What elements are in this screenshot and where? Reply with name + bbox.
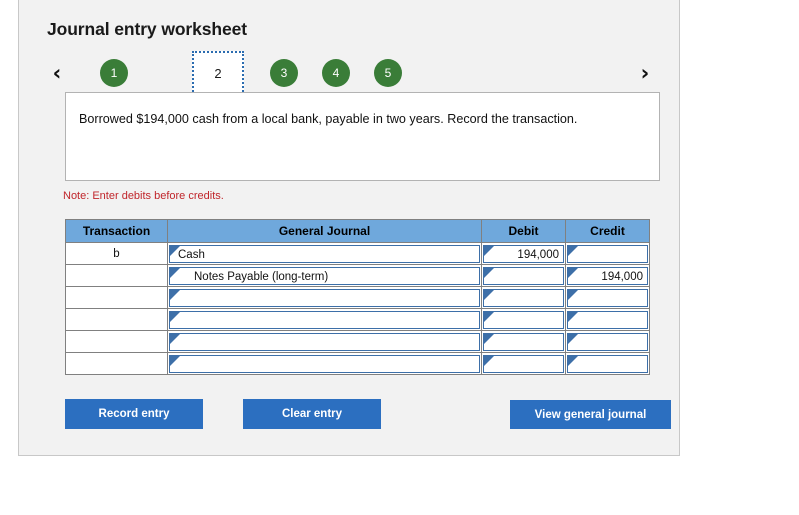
account-input[interactable]: [169, 310, 480, 329]
debit-cell: [481, 352, 566, 375]
account-input[interactable]: Cash: [169, 244, 480, 263]
account-input[interactable]: Notes Payable (long-term): [169, 266, 480, 285]
transaction-cell: [65, 330, 168, 353]
pagination-step-2[interactable]: 2: [192, 51, 244, 95]
debit-cell: [481, 330, 566, 353]
account-cell: Cash: [167, 242, 482, 265]
credit-input[interactable]: [567, 288, 648, 307]
account-value: Cash: [178, 248, 205, 261]
debit-value: 194,000: [517, 248, 559, 261]
dropdown-triangle-icon[interactable]: [170, 289, 180, 300]
journal-entry-table: Transaction General Journal Debit Credit…: [65, 219, 650, 375]
pagination-step-4[interactable]: 4: [322, 59, 350, 87]
chevron-left-icon[interactable]: ‹: [47, 58, 67, 90]
credit-input[interactable]: 194,000: [567, 266, 648, 285]
account-input[interactable]: [169, 332, 480, 351]
transaction-cell: [65, 352, 168, 375]
journal-table-header: Transaction General Journal Debit Credit: [65, 219, 650, 243]
dropdown-triangle-icon[interactable]: [484, 333, 494, 344]
table-row: [65, 286, 650, 309]
credit-input[interactable]: [567, 332, 648, 351]
journal-entry-panel: Journal entry worksheet ‹ 1 2 3 4 5 › Bo…: [18, 0, 680, 456]
credit-cell: [565, 352, 650, 375]
account-cell: [167, 352, 482, 375]
table-header-row: Transaction General Journal Debit Credit: [65, 219, 650, 243]
pagination-step-3[interactable]: 3: [270, 59, 298, 87]
account-cell: [167, 330, 482, 353]
credit-cell: [565, 242, 650, 265]
account-value: Notes Payable (long-term): [194, 270, 329, 283]
dropdown-triangle-icon[interactable]: [484, 267, 494, 278]
credit-input[interactable]: [567, 354, 648, 373]
debit-cell: 194,000: [481, 242, 566, 265]
dropdown-triangle-icon[interactable]: [170, 311, 180, 322]
dropdown-triangle-icon[interactable]: [568, 289, 578, 300]
transaction-description-text: Borrowed $194,000 cash from a local bank…: [79, 112, 578, 126]
dropdown-triangle-icon[interactable]: [568, 245, 578, 256]
credit-input[interactable]: [567, 244, 648, 263]
account-cell: Notes Payable (long-term): [167, 264, 482, 287]
pagination-step-5[interactable]: 5: [374, 59, 402, 87]
debit-input[interactable]: [483, 310, 564, 329]
worksheet-pagination: ‹ 1 2 3 4 5 ›: [47, 51, 657, 95]
transaction-description-box: Borrowed $194,000 cash from a local bank…: [65, 92, 660, 181]
column-header-general-journal: General Journal: [167, 219, 482, 243]
dropdown-triangle-icon[interactable]: [568, 333, 578, 344]
dropdown-triangle-icon[interactable]: [484, 289, 494, 300]
pagination-step-1[interactable]: 1: [100, 59, 128, 87]
debit-input[interactable]: [483, 332, 564, 351]
dropdown-triangle-icon[interactable]: [484, 311, 494, 322]
account-input[interactable]: [169, 354, 480, 373]
table-row: Notes Payable (long-term) 194,000: [65, 264, 650, 287]
dropdown-triangle-icon[interactable]: [170, 355, 180, 366]
dropdown-triangle-icon[interactable]: [568, 355, 578, 366]
column-header-credit: Credit: [565, 219, 650, 243]
page-title: Journal entry worksheet: [47, 19, 247, 39]
credit-value: 194,000: [601, 270, 643, 283]
account-cell: [167, 308, 482, 331]
transaction-cell: [65, 286, 168, 309]
table-row: b Cash 194,000: [65, 242, 650, 265]
transaction-cell: [65, 264, 168, 287]
transaction-cell: b: [65, 242, 168, 265]
clear-entry-button[interactable]: Clear entry: [243, 399, 381, 429]
transaction-cell: [65, 308, 168, 331]
debit-input[interactable]: [483, 266, 564, 285]
record-entry-button[interactable]: Record entry: [65, 399, 203, 429]
credit-cell: [565, 308, 650, 331]
debit-input[interactable]: [483, 354, 564, 373]
credit-cell: [565, 286, 650, 309]
debit-cell: [481, 286, 566, 309]
dropdown-triangle-icon[interactable]: [484, 355, 494, 366]
debit-cell: [481, 308, 566, 331]
table-row: [65, 308, 650, 331]
column-header-transaction: Transaction: [65, 219, 168, 243]
dropdown-triangle-icon[interactable]: [170, 333, 180, 344]
journal-table-body: b Cash 194,000 Notes Payable (long-term) 194…: [65, 242, 650, 375]
table-row: [65, 352, 650, 375]
debit-input[interactable]: [483, 288, 564, 307]
table-row: [65, 330, 650, 353]
dropdown-triangle-icon[interactable]: [170, 267, 180, 278]
debits-before-credits-note: Note: Enter debits before credits.: [63, 190, 224, 202]
credit-input[interactable]: [567, 310, 648, 329]
dropdown-triangle-icon[interactable]: [568, 311, 578, 322]
credit-cell: 194,000: [565, 264, 650, 287]
account-input[interactable]: [169, 288, 480, 307]
chevron-right-icon[interactable]: ›: [635, 58, 655, 90]
credit-cell: [565, 330, 650, 353]
debit-cell: [481, 264, 566, 287]
view-general-journal-button[interactable]: View general journal: [510, 400, 671, 429]
debit-input[interactable]: 194,000: [483, 244, 564, 263]
account-cell: [167, 286, 482, 309]
column-header-debit: Debit: [481, 219, 566, 243]
